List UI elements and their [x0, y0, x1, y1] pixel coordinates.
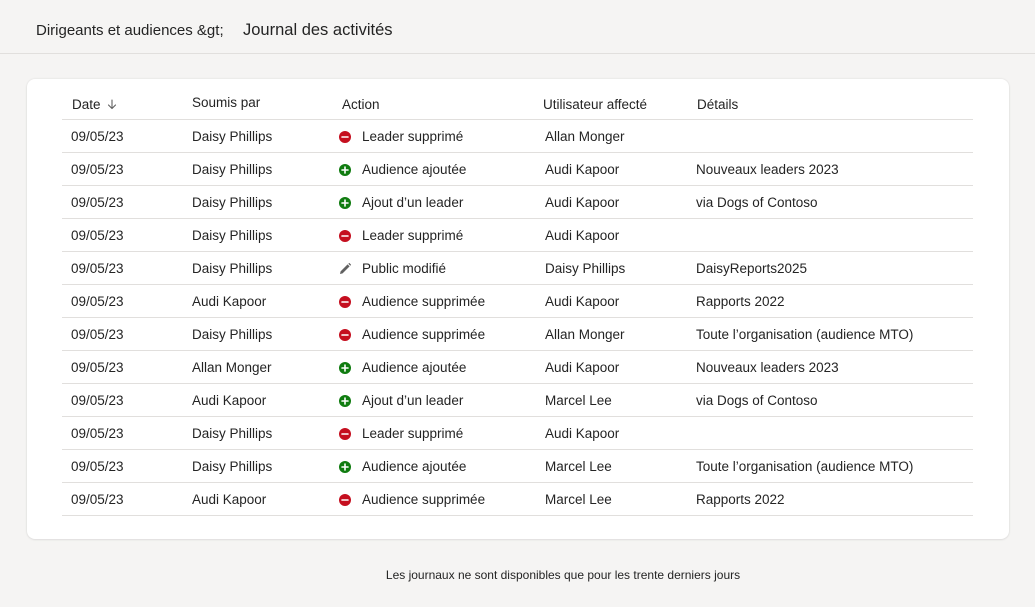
cell-action-label: Audience ajoutée [362, 162, 467, 177]
table-row[interactable]: 09/05/23 Daisy Phillips Leader supprimé Aud… [62, 417, 973, 450]
minus-circle-icon [338, 493, 352, 507]
cell-date: 09/05/23 [71, 426, 124, 441]
cell-details: Nouveaux leaders 2023 [696, 162, 839, 177]
cell-details: Toute l’organisation (audience MTO) [696, 327, 914, 342]
cell-affected-user: Allan Monger [545, 327, 625, 342]
cell-action-label: Leader supprimé [362, 426, 464, 441]
cell-date: 09/05/23 [71, 162, 124, 177]
cell-details: Toute l’organisation (audience MTO) [696, 459, 914, 474]
arrow-down-icon [107, 98, 117, 113]
plus-circle-icon [338, 163, 352, 177]
cell-submitted-by: Allan Monger [192, 360, 272, 375]
table-row[interactable]: 09/05/23 Daisy Phillips Audience ajoutée Ma… [62, 450, 973, 483]
column-header-submitted-by[interactable]: Soumis par [192, 95, 260, 110]
table-header-row: Date Soumis par Action Utilisateur affec… [62, 91, 973, 120]
cell-date: 09/05/23 [71, 327, 124, 342]
cell-submitted-by: Daisy Phillips [192, 327, 273, 342]
cell-affected-user: Marcel Lee [545, 459, 612, 474]
cell-submitted-by: Daisy Phillips [192, 459, 273, 474]
table-row[interactable]: 09/05/23 Daisy Phillips Leader supprimé Aud… [62, 219, 973, 252]
cell-affected-user: Audi Kapoor [545, 360, 620, 375]
table-body: 09/05/23 Daisy Phillips Leader supprimé All… [62, 120, 973, 516]
plus-circle-icon [338, 460, 352, 474]
cell-affected-user: Audi Kapoor [545, 162, 620, 177]
cell-date: 09/05/23 [71, 195, 124, 210]
cell-details: via Dogs of Contoso [696, 393, 818, 408]
table-row[interactable]: 09/05/23 Daisy Phillips Ajout d’un leader A… [62, 186, 973, 219]
cell-affected-user: Daisy Phillips [545, 261, 626, 276]
table-row[interactable]: 09/05/23 Audi Kapoor Audience supprimée Aud… [62, 285, 973, 318]
cell-details: Nouveaux leaders 2023 [696, 360, 839, 375]
cell-affected-user: Audi Kapoor [545, 195, 620, 210]
table-row[interactable]: 09/05/23 Daisy Phillips Public modifié Dais… [62, 252, 973, 285]
cell-submitted-by: Audi Kapoor [192, 492, 267, 507]
cell-date: 09/05/23 [71, 294, 124, 309]
cell-submitted-by: Daisy Phillips [192, 129, 273, 144]
column-header-affected-user[interactable]: Utilisateur affecté [543, 97, 647, 112]
page-header: Dirigeants et audiences &gt; Journal des… [0, 0, 1035, 54]
table-row[interactable]: 09/05/23 Audi Kapoor Ajout d’un leader Marc… [62, 384, 973, 417]
cell-submitted-by: Daisy Phillips [192, 162, 273, 177]
cell-date: 09/05/23 [71, 360, 124, 375]
cell-action-label: Audience supprimée [362, 327, 486, 342]
activity-log-card: Date Soumis par Action Utilisateur affec… [27, 79, 1009, 539]
activity-log-table: Date Soumis par Action Utilisateur affec… [62, 91, 973, 516]
cell-submitted-by: Audi Kapoor [192, 393, 267, 408]
table-row[interactable]: 09/05/23 Allan Monger Audience ajoutée Audi… [62, 351, 973, 384]
cell-date: 09/05/23 [71, 129, 124, 144]
page-title: Journal des activités [243, 21, 393, 39]
cell-date: 09/05/23 [71, 261, 124, 276]
table-row[interactable]: 09/05/23 Daisy Phillips Audience ajoutée Au… [62, 153, 973, 186]
column-header-details[interactable]: Détails [697, 97, 738, 112]
table-row[interactable]: 09/05/23 Daisy Phillips Audience supprimée… [62, 318, 973, 351]
cell-submitted-by: Daisy Phillips [192, 426, 273, 441]
column-header-date[interactable]: Date [72, 97, 117, 113]
minus-circle-icon [338, 130, 352, 144]
minus-circle-icon [338, 229, 352, 243]
cell-date: 09/05/23 [71, 393, 124, 408]
table-row[interactable]: 09/05/23 Audi Kapoor Audience supprimée Mar… [62, 483, 973, 516]
cell-action-label: Public modifié [362, 261, 447, 276]
cell-submitted-by: Daisy Phillips [192, 195, 273, 210]
cell-action-label: Leader supprimé [362, 228, 464, 243]
cell-affected-user: Audi Kapoor [545, 426, 620, 441]
cell-affected-user: Audi Kapoor [545, 228, 620, 243]
plus-circle-icon [338, 394, 352, 408]
cell-details: via Dogs of Contoso [696, 195, 818, 210]
cell-details: DaisyReports2025 [696, 261, 808, 276]
cell-action-label: Audience supprimée [362, 492, 486, 507]
cell-action-label: Ajout d’un leader [362, 393, 464, 408]
cell-action-label: Leader supprimé [362, 129, 464, 144]
breadcrumb-parent-link[interactable]: Dirigeants et audiences &gt; [36, 22, 224, 39]
plus-circle-icon [338, 361, 352, 375]
column-header-date-label: Date [72, 97, 101, 112]
cell-details: Rapports 2022 [696, 294, 785, 309]
cell-affected-user: Audi Kapoor [545, 294, 620, 309]
cell-date: 09/05/23 [71, 492, 124, 507]
cell-affected-user: Allan Monger [545, 129, 625, 144]
pencil-icon [338, 262, 352, 276]
cell-action-label: Audience ajoutée [362, 360, 467, 375]
cell-action-label: Audience ajoutée [362, 459, 467, 474]
plus-circle-icon [338, 196, 352, 210]
minus-circle-icon [338, 427, 352, 441]
cell-action-label: Ajout d’un leader [362, 195, 464, 210]
table-row[interactable]: 09/05/23 Daisy Phillips Leader supprimé All… [62, 120, 973, 153]
cell-submitted-by: Daisy Phillips [192, 228, 273, 243]
column-header-action[interactable]: Action [342, 97, 380, 112]
cell-details: Rapports 2022 [696, 492, 785, 507]
minus-circle-icon [338, 295, 352, 309]
cell-submitted-by: Audi Kapoor [192, 294, 267, 309]
cell-affected-user: Marcel Lee [545, 393, 612, 408]
cell-action-label: Audience supprimée [362, 294, 486, 309]
cell-date: 09/05/23 [71, 459, 124, 474]
cell-date: 09/05/23 [71, 228, 124, 243]
cell-submitted-by: Daisy Phillips [192, 261, 273, 276]
minus-circle-icon [338, 328, 352, 342]
retention-note: Les journaux ne sont disponibles que pou… [385, 568, 741, 582]
cell-affected-user: Marcel Lee [545, 492, 612, 507]
